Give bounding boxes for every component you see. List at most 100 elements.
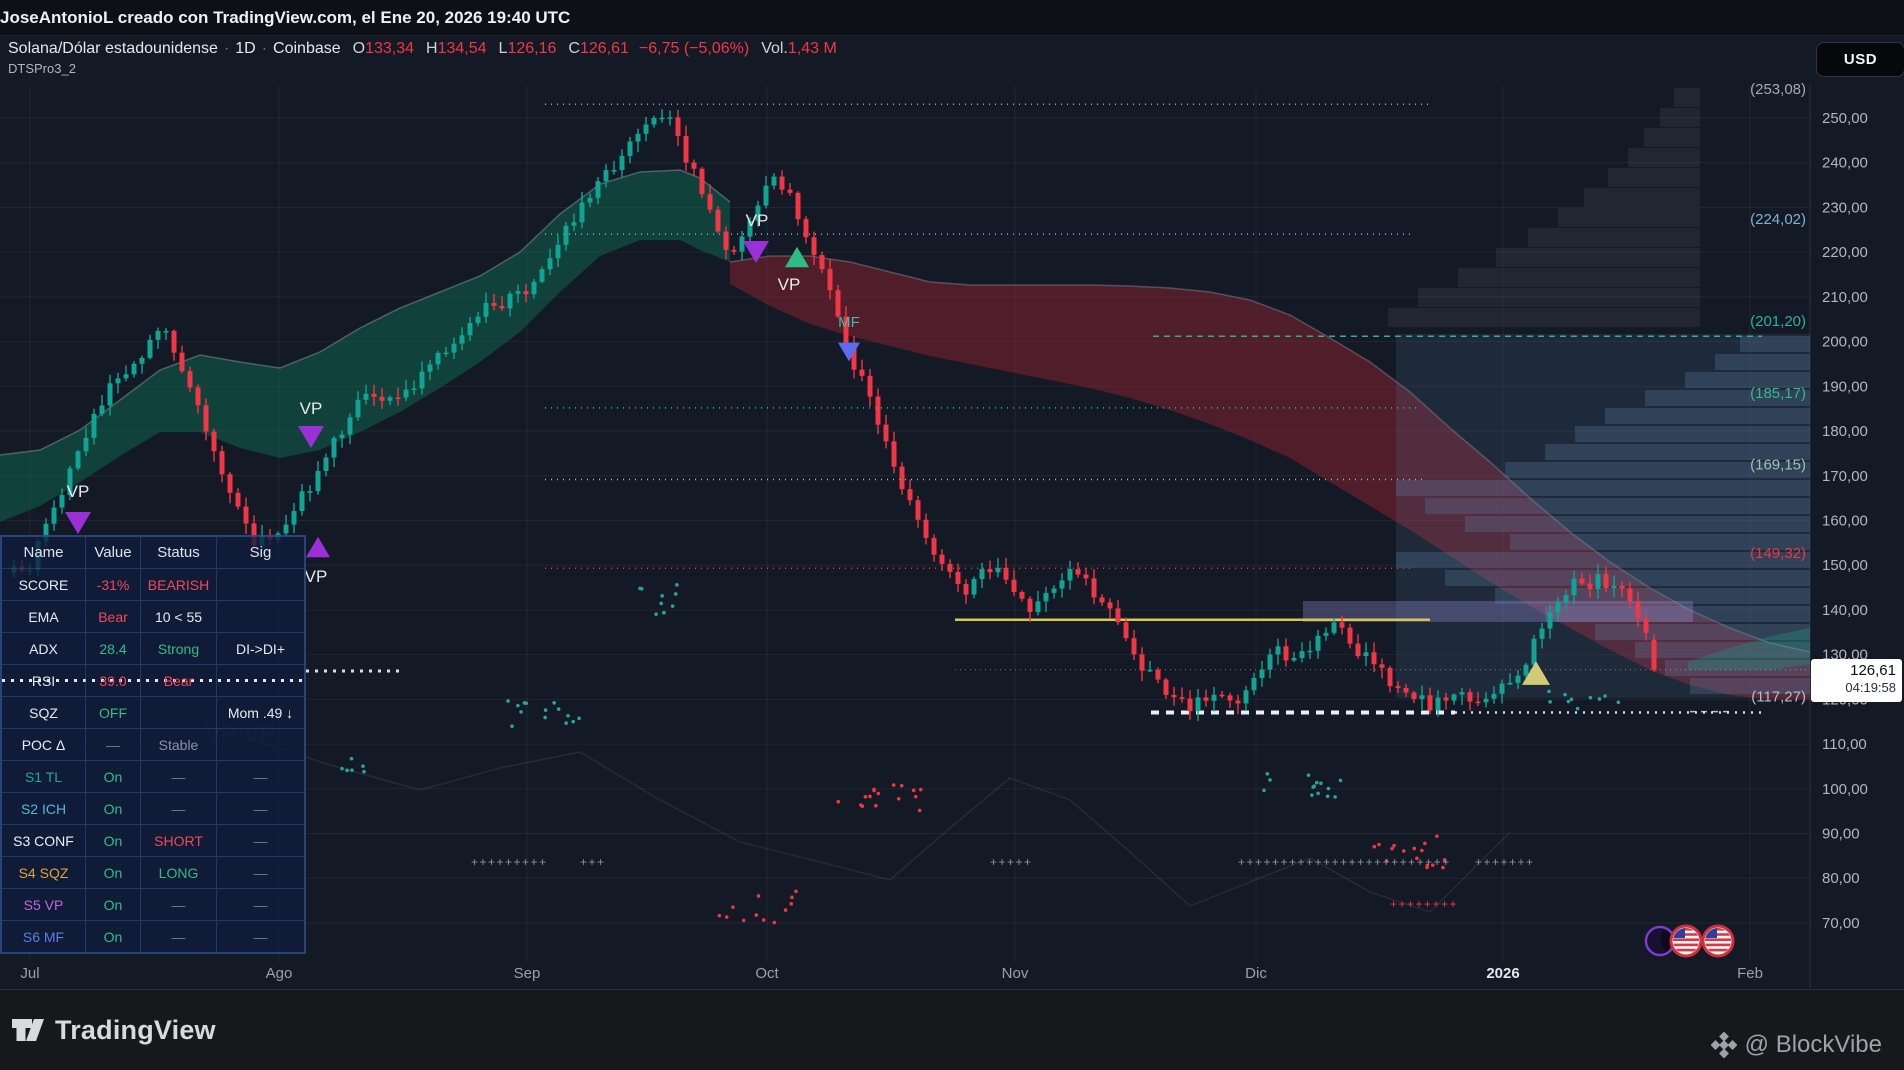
snapshot-header: JoseAntonioL creado con TradingView.com,… bbox=[0, 0, 1904, 36]
oscillator-line bbox=[239, 734, 1511, 913]
table-header-cell: Status bbox=[140, 537, 216, 568]
level-label: (169,15) bbox=[1750, 457, 1806, 474]
indicator-cell: S5 VP bbox=[23, 896, 64, 913]
ohlc-values: O133,34 H134,54 L126,16 C126,61 bbox=[341, 40, 629, 57]
indicator-cell: SQZ bbox=[29, 704, 58, 721]
indicator-cell bbox=[216, 729, 304, 760]
footer-bar bbox=[0, 989, 1904, 1070]
table-header-cell: Name bbox=[23, 544, 64, 561]
time-axis-label: Oct bbox=[755, 965, 779, 982]
level-label: (185,17) bbox=[1750, 385, 1806, 402]
price-axis-label: 100,00 bbox=[1822, 781, 1868, 798]
indicator-cell: RSI bbox=[31, 672, 56, 689]
indicator-cell: — bbox=[85, 729, 140, 760]
time-axis-label: 2026 bbox=[1486, 965, 1519, 982]
volume-hash-marks: +++++++ bbox=[1475, 855, 1535, 869]
ohlc-value: 133,34 bbox=[365, 40, 415, 57]
price-axis-label: 200,00 bbox=[1822, 334, 1868, 351]
indicator-cell: Strong bbox=[140, 633, 216, 664]
indicator-cell: — bbox=[216, 921, 304, 952]
marker-label: VP bbox=[67, 482, 90, 501]
indicator-cell: — bbox=[140, 889, 216, 920]
ohlc-value: 126,16 bbox=[507, 40, 557, 57]
indicator-name[interactable]: DTSPro3_2 bbox=[8, 61, 76, 76]
indicator-cell: POC Δ bbox=[21, 736, 66, 753]
marker-label: MF bbox=[838, 314, 860, 331]
price-change: −6,75 (−5,06%) bbox=[638, 40, 750, 57]
indicator-cell: Mom .49 ↓ bbox=[216, 697, 304, 728]
indicator-cell: Bear bbox=[85, 601, 140, 632]
indicator-cell: S6 MF bbox=[22, 928, 65, 945]
price-axis-label: 150,00 bbox=[1822, 557, 1868, 574]
last-price: 126,61 bbox=[1850, 662, 1896, 679]
blockvibe-diamond-icon bbox=[1710, 1032, 1737, 1058]
price-axis[interactable]: 250,00 240,00 230,00 220,00 210,00 200,00 190,… bbox=[1822, 110, 1868, 932]
price-axis-label: 190,00 bbox=[1822, 378, 1868, 395]
level-label: (201,20) bbox=[1750, 313, 1806, 330]
timeframe[interactable]: 1D bbox=[235, 40, 255, 57]
time-axis-label: Feb bbox=[1737, 965, 1763, 982]
price-axis-label: 180,00 bbox=[1822, 423, 1868, 440]
last-price-box: 126,61 04:19:58 bbox=[1811, 659, 1902, 702]
marker-label: VP bbox=[778, 275, 801, 294]
indicator-row: S5 VP On — — bbox=[2, 888, 304, 920]
indicator-row: EMA Bear 10 < 55 bbox=[2, 600, 304, 632]
indicator-cell: On bbox=[85, 793, 140, 824]
us-flag-icon bbox=[1701, 924, 1735, 958]
indicator-row: POC Δ — Stable bbox=[2, 728, 304, 760]
indicator-cell: LONG bbox=[140, 857, 216, 888]
separator: · bbox=[223, 40, 230, 57]
snapshot-title: JoseAntonioL creado con TradingView.com,… bbox=[0, 8, 571, 27]
indicator-cell: 10 < 55 bbox=[140, 601, 216, 632]
indicator-cell: On bbox=[85, 857, 140, 888]
level-label: (224,02) bbox=[1750, 211, 1806, 228]
volume-hash-marks: ++++++++ bbox=[1390, 897, 1458, 911]
indicator-cell: 28.4 bbox=[85, 633, 140, 664]
price-axis-label: 80,00 bbox=[1822, 870, 1860, 887]
us-flag-icon bbox=[1669, 924, 1703, 958]
price-axis-label: 250,00 bbox=[1822, 110, 1868, 127]
flag-stickers bbox=[1644, 924, 1735, 958]
indicator-cell: S2 ICH bbox=[20, 800, 67, 817]
tradingview-logo[interactable]: TradingView bbox=[10, 1012, 216, 1048]
time-axis-label: Nov bbox=[1002, 965, 1029, 982]
price-axis-label: 240,00 bbox=[1822, 155, 1868, 172]
table-header-row: Name Value Status Sig bbox=[2, 537, 304, 568]
currency-toggle-button[interactable]: USD bbox=[1816, 42, 1904, 77]
indicator-row: S1 TL On — — bbox=[2, 760, 304, 792]
volume-value: 1,43 M bbox=[787, 40, 837, 57]
separator: · bbox=[261, 40, 268, 57]
time-axis[interactable]: Jul Ago Sep Oct Nov Dic 2026 Feb bbox=[20, 965, 1763, 982]
indicator-cell: On bbox=[85, 825, 140, 856]
symbol-legend[interactable]: Solana/Dólar estadounidense · 1D · Coinbase O… bbox=[8, 40, 837, 58]
indicator-cell: — bbox=[216, 857, 304, 888]
indicator-cell: S4 SQZ bbox=[18, 864, 69, 881]
volume-hash-marks: +++ bbox=[580, 855, 606, 869]
exchange-name: Coinbase bbox=[273, 40, 341, 57]
indicator-cell: 39.0 bbox=[85, 665, 140, 696]
volume-hash-marks: +++++ bbox=[990, 855, 1033, 869]
indicator-cell: — bbox=[140, 921, 216, 952]
indicator-cell: DI->DI+ bbox=[216, 633, 304, 664]
price-axis-label: 210,00 bbox=[1822, 289, 1868, 306]
indicator-cell: On bbox=[85, 921, 140, 952]
indicator-cell: EMA bbox=[28, 608, 59, 625]
indicator-cell: S1 TL bbox=[24, 768, 63, 785]
indicator-cell: BEARISH bbox=[140, 569, 216, 600]
indicator-cell: ADX bbox=[29, 640, 58, 657]
indicator-row: S6 MF On — — bbox=[2, 920, 304, 952]
price-axis-label: 160,00 bbox=[1822, 512, 1868, 529]
indicator-cell: SCORE bbox=[18, 576, 69, 593]
triangle-down-marker bbox=[838, 342, 860, 362]
indicator-cell: Stable bbox=[140, 729, 216, 760]
indicator-cell: — bbox=[216, 889, 304, 920]
symbol-name[interactable]: Solana/Dólar estadounidense bbox=[8, 40, 218, 57]
price-axis-label: 70,00 bbox=[1822, 915, 1860, 932]
indicator-cell: On bbox=[85, 761, 140, 792]
marker-label: VP bbox=[305, 567, 328, 586]
triangle-up-marker bbox=[306, 536, 330, 558]
table-header-cell: Sig bbox=[216, 537, 304, 568]
blockvibe-watermark: @ BlockVibe bbox=[1710, 1031, 1882, 1059]
tradingview-chart-app: VP VP (253,08) (224,02) (201,20) (185,17) (16… bbox=[0, 0, 1904, 1070]
indicator-cell: — bbox=[216, 761, 304, 792]
